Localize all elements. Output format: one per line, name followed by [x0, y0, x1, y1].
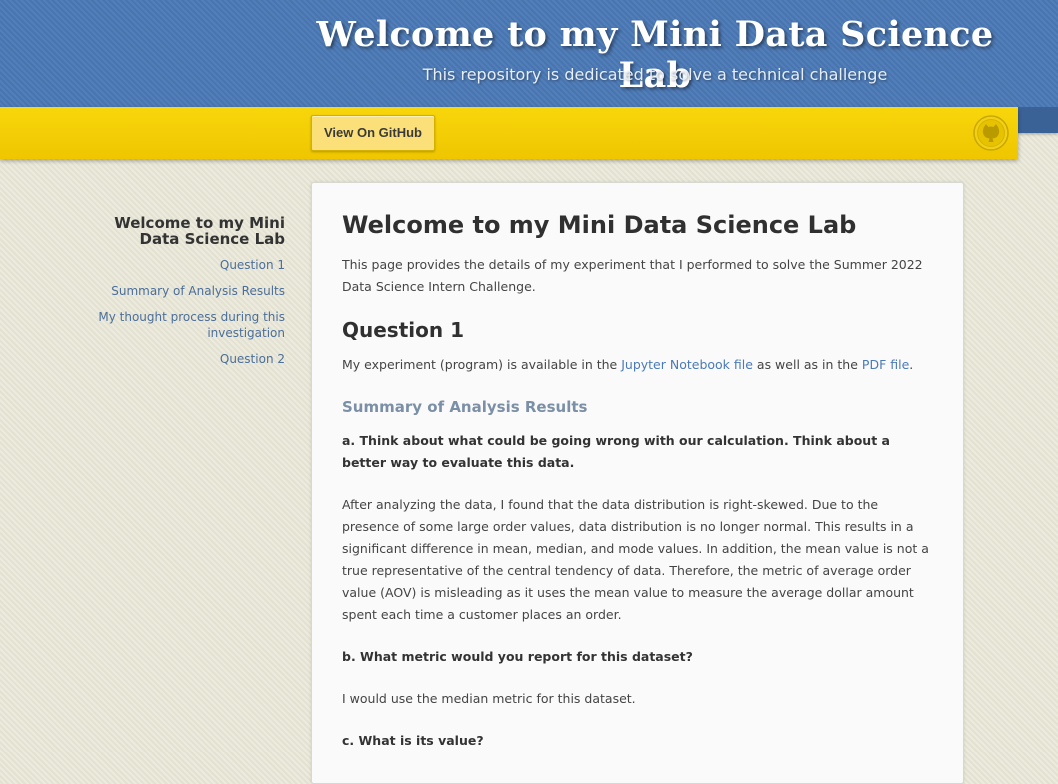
question-c: c. What is its value? [342, 733, 484, 748]
pdf-file-link[interactable]: PDF file [862, 357, 909, 372]
question-a: a. Think about what could be going wrong… [342, 433, 890, 470]
github-octocat-icon[interactable] [973, 115, 1009, 151]
sidebar-nav: Welcome to my Mini Data Science Lab Ques… [80, 215, 285, 377]
q1-text: . [909, 357, 914, 372]
view-on-github-button[interactable]: View On GitHub [311, 115, 435, 151]
answer-b: I would use the median metric for this d… [342, 691, 636, 706]
question-b: b. What metric would you report for this… [342, 649, 693, 664]
toolbar-ribbon [0, 107, 1018, 159]
intro-paragraph: This page provides the details of my exp… [342, 257, 923, 294]
site-tagline: This repository is dedicated to solve a … [422, 65, 888, 84]
sidebar-item-question-1[interactable]: Question 1 [80, 257, 285, 273]
summary-heading: Summary of Analysis Results [342, 398, 588, 416]
ribbon-fold [1018, 107, 1058, 133]
sidebar-title[interactable]: Welcome to my Mini Data Science Lab [80, 215, 285, 247]
q1-text: as well as in the [752, 357, 862, 372]
page-title: Welcome to my Mini Data Science Lab [342, 211, 857, 239]
sidebar-item-question-2[interactable]: Question 2 [80, 351, 285, 367]
sidebar-item-thought-process[interactable]: My thought process during this investiga… [80, 309, 285, 341]
question-1-heading: Question 1 [342, 318, 464, 342]
main-content: Welcome to my Mini Data Science Lab This… [311, 182, 964, 784]
jupyter-notebook-link[interactable]: Jupyter Notebook file [621, 357, 753, 372]
q1-text: My experiment (program) is available in … [342, 357, 622, 372]
answer-a: After analyzing the data, I found that t… [342, 497, 929, 622]
question-1-paragraph: My experiment (program) is available in … [342, 354, 934, 376]
sidebar-item-summary[interactable]: Summary of Analysis Results [80, 283, 285, 299]
